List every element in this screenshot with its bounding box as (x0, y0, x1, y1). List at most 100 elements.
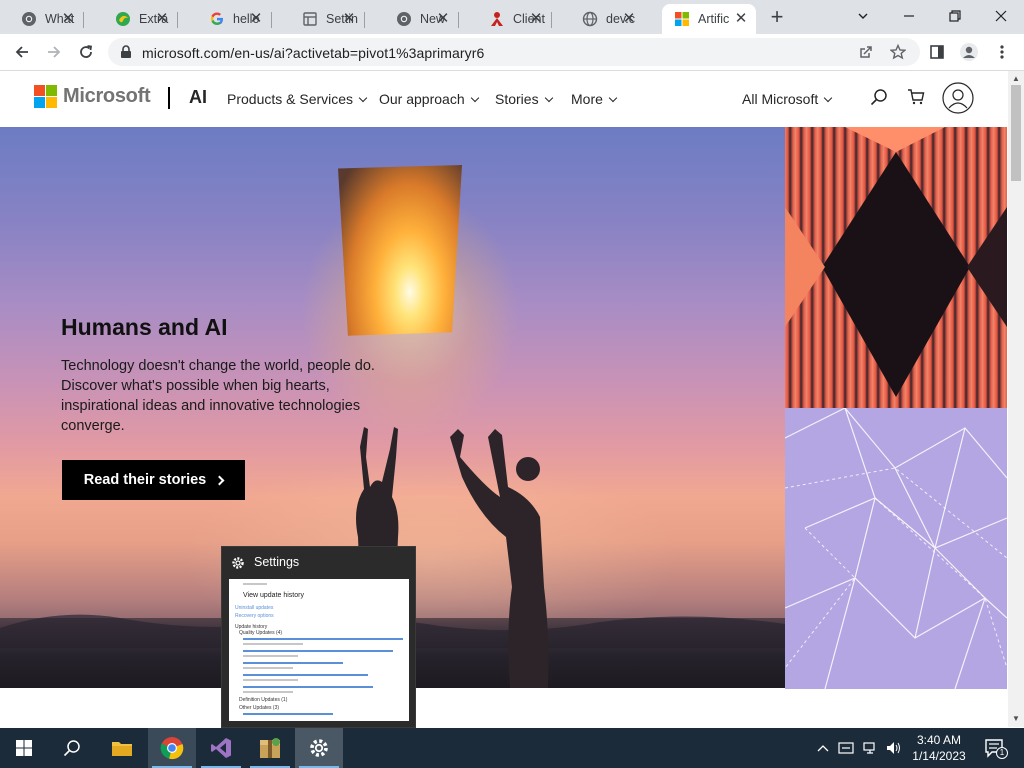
chrome-icon (396, 11, 412, 27)
clock-time: 3:40 AM (916, 733, 962, 747)
notification-center-icon[interactable]: 1 (984, 738, 1008, 759)
lock-icon[interactable] (120, 45, 132, 64)
chevron-down-icon (358, 93, 368, 103)
cta-label: Read their stories (83, 472, 207, 488)
close-tab-icon[interactable]: ✕ (247, 10, 265, 28)
browser-tab[interactable]: Settin ✕ (290, 4, 365, 34)
restore-icon[interactable] (932, 2, 978, 30)
chevron-down-icon (823, 93, 833, 103)
preview-line: Quality Updates (4) (239, 630, 283, 636)
person-silhouette-right (450, 429, 549, 688)
browser-tab[interactable]: hello ✕ (197, 4, 272, 34)
nav-our-approach[interactable]: Our approach (379, 91, 479, 107)
account-icon[interactable] (942, 82, 974, 114)
read-stories-button[interactable]: Read their stories (62, 460, 245, 500)
browser-toolbar: microsoft.com/en-us/ai?activetab=pivot1%… (0, 34, 1024, 71)
settings-taskbar-icon[interactable] (295, 728, 343, 768)
all-microsoft-label: All Microsoft (742, 91, 819, 107)
chevron-down-icon (470, 93, 479, 103)
clock-date: 1/14/2023 (912, 749, 966, 763)
preview-line: Uninstall updates (235, 605, 274, 611)
preview-line: Definition Updates (1) (239, 697, 288, 703)
minimize-icon[interactable] (886, 2, 932, 30)
address-bar[interactable]: microsoft.com/en-us/ai?activetab=pivot1%… (108, 38, 920, 66)
file-explorer-icon[interactable] (98, 728, 146, 768)
close-tab-icon[interactable]: ✕ (59, 10, 77, 28)
profile-icon[interactable] (955, 38, 983, 66)
chevron-right-icon (214, 475, 225, 485)
close-tab-icon[interactable]: ✕ (527, 10, 545, 28)
preview-line: Recovery options (235, 613, 274, 619)
tab-search-chevron-icon[interactable] (840, 2, 886, 30)
microsoft-logo-icon[interactable] (34, 85, 57, 108)
system-clock[interactable]: 3:40 AM 1/14/2023 (906, 732, 972, 764)
browser-tab[interactable]: dev.c ✕ (570, 4, 644, 34)
hero-description: Technology doesn't change the world, peo… (61, 358, 375, 434)
tray-overflow-chevron-icon[interactable] (815, 740, 831, 756)
settings-window-preview[interactable]: Settings View update history Uninstall u… (221, 546, 416, 728)
search-icon[interactable] (868, 86, 890, 108)
nav-more[interactable]: More (571, 91, 618, 107)
scroll-down-icon[interactable]: ▼ (1011, 714, 1021, 724)
microsoft-icon (674, 11, 690, 27)
nav-label: Products & Services (227, 91, 354, 107)
share-icon[interactable] (858, 44, 874, 60)
windows-taskbar: 3:40 AM 1/14/2023 1 (0, 728, 1024, 768)
tray-app-icon[interactable] (838, 740, 854, 756)
nav-label: More (571, 91, 603, 107)
site-header: Microsoft AI Products & Services Our app… (0, 71, 1008, 127)
abstract-art-tile-lavender (785, 408, 1007, 689)
nav-label: Our approach (379, 91, 465, 107)
google-icon (209, 11, 225, 27)
chevron-down-icon (544, 93, 553, 103)
browser-tab[interactable]: New ✕ (384, 4, 459, 34)
forward-icon[interactable] (40, 38, 68, 66)
all-microsoft-menu[interactable]: All Microsoft (742, 91, 833, 107)
browser-tab[interactable]: Client ✕ (477, 4, 552, 34)
side-panel-icon[interactable] (923, 38, 951, 66)
close-tab-icon[interactable]: ✕ (340, 10, 358, 28)
chrome-menu-icon[interactable] (988, 38, 1016, 66)
header-divider (168, 87, 170, 109)
scrollbar-thumb[interactable] (1011, 85, 1021, 181)
close-window-icon[interactable] (978, 2, 1024, 30)
preview-line: Other Updates (3) (239, 705, 280, 711)
browser-tab[interactable]: What ✕ (9, 4, 84, 34)
nav-stories[interactable]: Stories (495, 91, 553, 107)
new-tab-button[interactable]: + (765, 6, 789, 30)
chrome-icon (21, 11, 37, 27)
visual-studio-icon[interactable] (197, 728, 245, 768)
nav-products-services[interactable]: Products & Services (227, 91, 368, 107)
back-icon[interactable] (8, 38, 36, 66)
windows-icon (16, 740, 32, 756)
abstract-art-tile-orange (785, 127, 1007, 408)
scroll-up-icon[interactable]: ▲ (1011, 74, 1021, 84)
taskbar-search-icon[interactable] (48, 728, 96, 768)
close-tab-icon[interactable]: ✕ (732, 10, 750, 28)
brand-name[interactable]: Microsoft (63, 85, 151, 108)
volume-icon[interactable] (886, 740, 902, 756)
close-tab-icon[interactable]: ✕ (620, 10, 638, 28)
preview-window-heading: View update history (243, 592, 304, 599)
cart-icon[interactable] (905, 86, 927, 108)
start-button[interactable] (0, 728, 48, 768)
section-title[interactable]: AI (189, 87, 207, 108)
client-icon (489, 11, 505, 27)
browser-tab-active[interactable]: Artific ✕ (662, 4, 756, 34)
chrome-taskbar-icon[interactable] (148, 728, 196, 768)
edge-icon (115, 11, 131, 27)
browser-tab-strip: What ✕ Extra ✕ hello ✕ Settin ✕ New ✕ Cl… (0, 0, 1024, 34)
archive-app-icon[interactable] (246, 728, 294, 768)
sky-lantern-image (338, 165, 462, 336)
browser-tab[interactable]: Extra ✕ (103, 4, 178, 34)
bookmark-star-icon[interactable] (889, 43, 907, 60)
gear-icon (231, 556, 245, 575)
close-tab-icon[interactable]: ✕ (434, 10, 452, 28)
preview-thumbnail[interactable]: View update history Uninstall updates Re… (229, 579, 409, 721)
preview-title: Settings (254, 555, 300, 569)
globe-icon (582, 11, 598, 27)
close-tab-icon[interactable]: ✕ (153, 10, 171, 28)
network-icon[interactable] (863, 740, 879, 756)
notification-badge: 1 (996, 747, 1008, 759)
reload-icon[interactable] (72, 38, 100, 66)
